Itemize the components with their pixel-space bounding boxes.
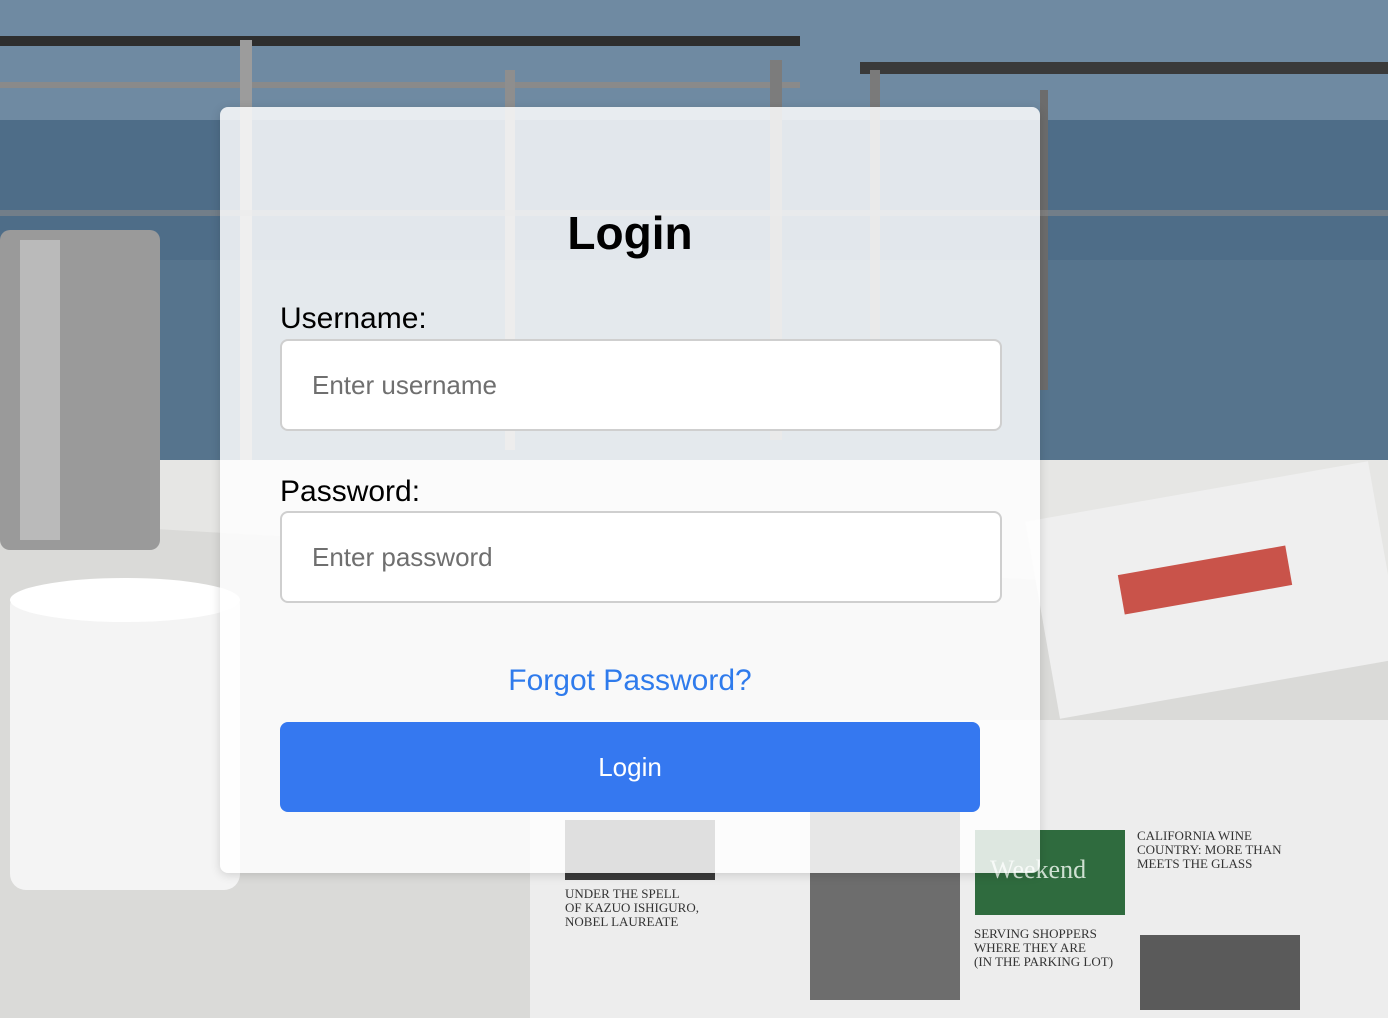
svg-text:(IN THE PARKING LOT): (IN THE PARKING LOT) [974,954,1113,969]
forgot-password-link[interactable]: Forgot Password? [220,663,1040,699]
login-button[interactable]: Login [280,722,980,812]
username-label: Username: [280,302,427,335]
svg-text:COUNTRY: MORE THAN: COUNTRY: MORE THAN [1137,842,1282,857]
svg-text:OF KAZUO ISHIGURO,: OF KAZUO ISHIGURO, [565,900,699,915]
login-card: Login Username: Password: Forgot Passwor… [220,107,1040,873]
svg-text:WHERE THEY ARE: WHERE THEY ARE [974,940,1086,955]
svg-text:CALIFORNIA WINE: CALIFORNIA WINE [1137,828,1252,843]
svg-text:UNDER THE SPELL: UNDER THE SPELL [565,886,680,901]
svg-text:NOBEL LAUREATE: NOBEL LAUREATE [565,914,678,929]
username-input[interactable] [280,339,1002,431]
svg-text:MEETS THE GLASS: MEETS THE GLASS [1137,856,1252,871]
login-title: Login [567,207,693,259]
password-input[interactable] [280,511,1002,603]
svg-text:SERVING SHOPPERS: SERVING SHOPPERS [974,926,1097,941]
password-label: Password: [280,475,421,508]
